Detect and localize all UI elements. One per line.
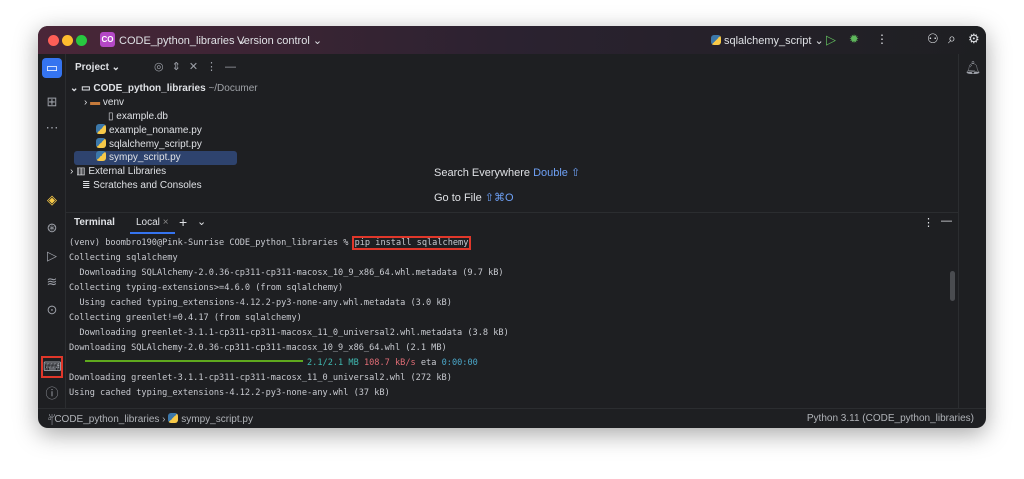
terminal-line: Downloading SQLAlchemy-2.0.36-cp311-cp31… [69, 343, 447, 353]
terminal-title: Terminal [74, 217, 115, 228]
minimize-button[interactable] [62, 35, 73, 46]
terminal-line: Collecting sqlalchemy [69, 253, 178, 263]
more-icon[interactable]: ⋮ [923, 216, 934, 229]
terminal-prompt-line: (venv) boombro190@Pink-Sunrise CODE_pyth… [69, 236, 472, 250]
run-icon[interactable]: ▷ [826, 32, 836, 48]
terminal-line: Collecting typing-extensions>=4.6.0 (fro… [69, 283, 344, 293]
title-bar: CO CODE_python_libraries ⌄ Version contr… [38, 26, 986, 54]
project-panel: Project ⌄ ◎⇕✕⋮— ⌄ ▭ CODE_python_librarie… [66, 54, 258, 212]
terminal-panel: Terminal Local × + ⌄ ⋮ — (venv) boombro1… [66, 212, 958, 408]
minimize-icon[interactable]: — [941, 215, 952, 227]
terminal-line: Using cached typing_extensions-4.12.2-py… [69, 388, 390, 398]
project-badge: CO [100, 32, 115, 47]
vcs-label: Version control [237, 35, 310, 47]
tree-item-sympy-script[interactable]: sympy_script.py [74, 151, 237, 165]
tree-root[interactable]: ⌄ ▭ CODE_python_libraries ~/Documer [70, 82, 258, 96]
close-button[interactable] [48, 35, 59, 46]
python-packages-icon[interactable]: ⊛ [42, 218, 62, 238]
tree-item-external-libraries[interactable]: › ▥ External Libraries [70, 165, 166, 179]
close-icon: × [162, 217, 169, 228]
right-tool-strip: 🔔︎ [958, 54, 986, 408]
tree-item-example-noname[interactable]: example_noname.py [96, 124, 202, 138]
bell-icon[interactable]: 🔔︎ [963, 58, 983, 78]
terminal-scrollbar[interactable] [950, 271, 955, 301]
run-config-selector[interactable]: sqlalchemy_script ⌄ [711, 34, 824, 47]
project-switcher[interactable]: CODE_python_libraries ⌄ [119, 34, 247, 47]
more-icon[interactable]: ⋮ [876, 32, 888, 46]
structure-icon[interactable]: ⊞ [42, 92, 62, 112]
breadcrumb[interactable]: ▫ CODE_python_libraries › sympy_script.p… [48, 413, 253, 425]
run-config-label: sqlalchemy_script [724, 35, 812, 47]
new-tab-icon[interactable]: + [179, 214, 187, 230]
highlighted-command: pip install sqlalchemy [351, 236, 472, 250]
terminal-line: Collecting greenlet!=0.4.17 (from sqlalc… [69, 313, 302, 323]
tree-item-scratches[interactable]: ≣ Scratches and Consoles [82, 179, 202, 193]
project-panel-title[interactable]: Project ⌄ [75, 62, 120, 73]
terminal-icon[interactable]: ⌨ [41, 356, 63, 378]
terminal-line: Downloading SQLAlchemy-2.0.36-cp311-cp31… [69, 268, 504, 278]
layers-icon[interactable]: ≋ [42, 272, 62, 292]
progress-line: 2.1/2.1 MB 108.7 kB/s eta 0:00:00 [85, 356, 478, 371]
search-icon[interactable]: ⌕ [948, 30, 956, 47]
progress-bar [85, 360, 303, 362]
left-tool-strip: ▭ ⊞ ⋯ ◈ ⊛ ▷ ≋ ⊙ ⌨ ⓘ ᛘ [38, 54, 66, 427]
zoom-button[interactable] [76, 35, 87, 46]
more-tools-icon[interactable]: ⋯ [42, 118, 62, 138]
problems-icon[interactable]: ⓘ [42, 384, 62, 404]
hint-search-everywhere: Search Everywhere Double ⇧ [434, 167, 581, 179]
ide-window: CO CODE_python_libraries ⌄ Version contr… [38, 26, 986, 428]
services-icon[interactable]: ⊙ [42, 300, 62, 320]
gear-icon[interactable]: ⚙ [968, 31, 980, 47]
add-user-icon[interactable]: ⚇ [927, 31, 939, 47]
terminal-tab-local[interactable]: Local × [130, 217, 175, 234]
interpreter-selector[interactable]: Python 3.11 (CODE_python_libraries) [807, 413, 974, 424]
chevron-down-icon: ⌄ [312, 35, 323, 47]
panel-actions[interactable]: ◎⇕✕⋮— [154, 60, 244, 73]
project-name: CODE_python_libraries [119, 35, 235, 47]
chevron-down-icon[interactable]: ⌄ [197, 215, 206, 228]
terminal-line: Downloading greenlet-3.1.1-cp311-cp311-m… [69, 328, 509, 338]
run-icon[interactable]: ▷ [42, 246, 62, 266]
python-icon [711, 35, 721, 45]
terminal-line: Using cached typing_extensions-4.12.2-py… [69, 298, 452, 308]
tree-item-sqlalchemy-script[interactable]: sqlalchemy_script.py [96, 138, 202, 152]
python-console-icon[interactable]: ◈ [42, 190, 62, 210]
hint-go-to-file: Go to File ⇧⌘O [434, 192, 514, 204]
tree-item-example-db[interactable]: ▯ example.db [108, 110, 168, 124]
editor-empty-state: Search Everywhere Double ⇧ Go to File ⇧⌘… [246, 54, 958, 212]
tree-item-venv[interactable]: › ▬ venv [84, 96, 124, 110]
folder-icon[interactable]: ▭ [42, 58, 62, 78]
debug-icon[interactable]: ✹ [849, 32, 859, 46]
terminal-line: Downloading greenlet-3.1.1-cp311-cp311-m… [69, 373, 452, 383]
status-bar: ▫ CODE_python_libraries › sympy_script.p… [38, 408, 986, 428]
vcs-menu[interactable]: Version control ⌄ [237, 34, 322, 47]
